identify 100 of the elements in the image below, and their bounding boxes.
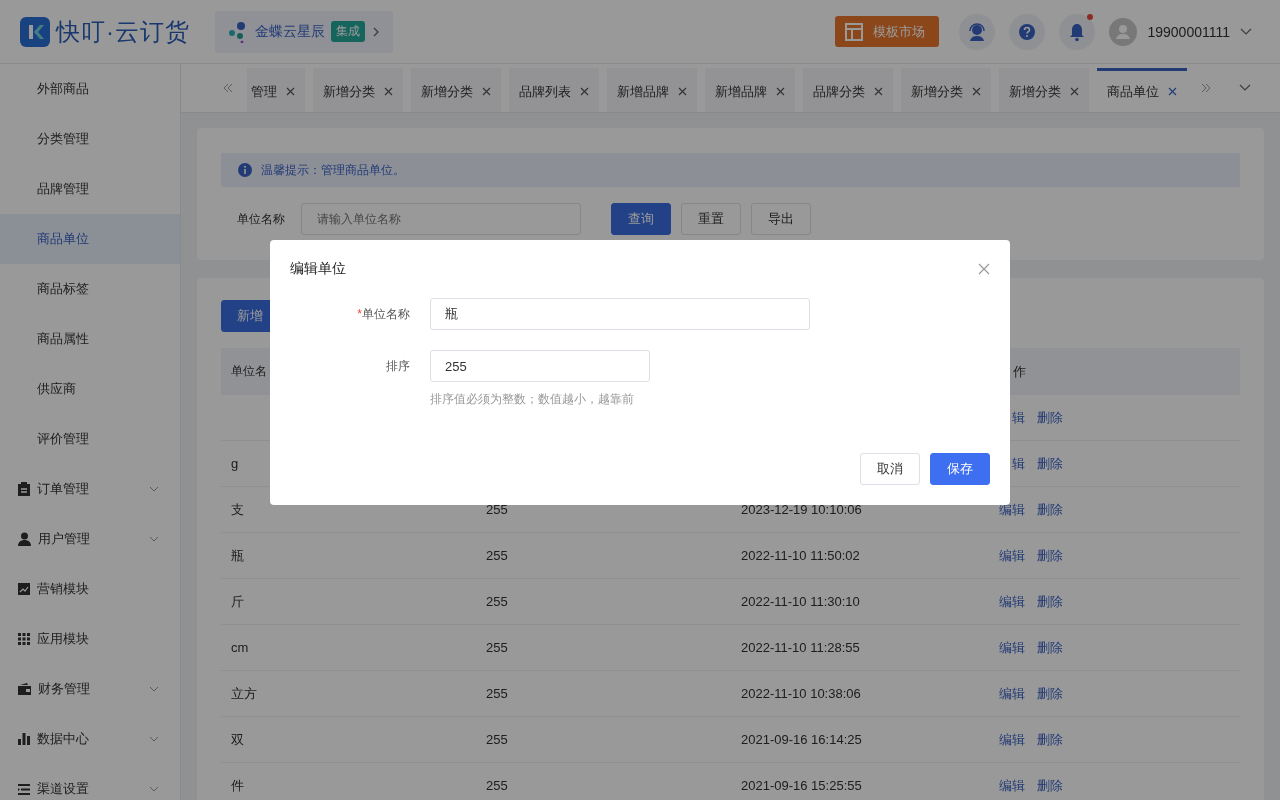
action-link[interactable]: 辑 <box>1012 454 1025 473</box>
list-icon <box>18 783 30 795</box>
action-link[interactable]: 辑 <box>1012 408 1025 427</box>
action-link[interactable]: 删除 <box>1037 546 1063 565</box>
input-field[interactable]: 瓶 <box>430 298 810 330</box>
table-cell: 2021-09-16 15:25:55 <box>741 778 862 793</box>
search-button[interactable]: 查询 <box>611 203 671 235</box>
close-icon[interactable] <box>384 87 393 96</box>
sidebar-item[interactable]: 商品单位 <box>0 214 180 264</box>
table-cell: 255 <box>486 686 508 701</box>
action-link[interactable]: 编辑 <box>999 500 1025 519</box>
chevron-right-icon <box>371 25 381 38</box>
table-cell: 255 <box>486 594 508 609</box>
action-link[interactable]: 删除 <box>1037 638 1063 657</box>
tab[interactable]: 新增分类 <box>313 68 403 112</box>
action-link[interactable]: 删除 <box>1037 454 1063 473</box>
tab[interactable]: 新增品牌 <box>705 68 795 112</box>
field-label: *单位名称 <box>356 306 411 323</box>
table-cell: g <box>231 456 239 471</box>
column-header: 作 <box>1012 362 1027 381</box>
sidebar-item[interactable]: 订单管理 <box>0 464 180 514</box>
notice-text: 温馨提示：管理商品单位。 <box>261 161 405 179</box>
close-icon[interactable] <box>874 87 883 96</box>
sidebar-item[interactable]: 外部商品 <box>0 64 180 114</box>
action-link[interactable]: 删除 <box>1037 500 1063 519</box>
sidebar-item[interactable]: 财务管理 <box>0 664 180 714</box>
table-cell: 支 <box>231 501 244 517</box>
search-button[interactable]: 导出 <box>751 203 811 235</box>
tab[interactable]: 新增分类 <box>901 68 991 112</box>
close-icon[interactable] <box>1070 87 1079 96</box>
sidebar-item[interactable]: 营销模块 <box>0 564 180 614</box>
sidebar-item[interactable]: 品牌管理 <box>0 164 180 214</box>
close-icon[interactable] <box>482 87 491 96</box>
cancel-button[interactable]: 取消 <box>860 453 920 485</box>
table-cell: 255 <box>486 732 508 747</box>
tab[interactable]: 管理 <box>247 68 305 112</box>
tab[interactable]: 品牌分类 <box>803 68 893 112</box>
user-icon <box>18 532 31 546</box>
info-icon <box>238 163 252 177</box>
search-button[interactable]: 重置 <box>681 203 741 235</box>
user-name[interactable]: 19900001111 <box>1147 23 1230 40</box>
chevron-down-icon <box>1240 27 1252 36</box>
close-icon[interactable] <box>286 87 295 96</box>
table-cell: 瓶 <box>231 547 244 563</box>
table-cell: 255 <box>486 548 508 563</box>
chevron-down-icon[interactable] <box>1239 84 1251 92</box>
action-link[interactable]: 删除 <box>1037 776 1063 795</box>
sidebar-item[interactable]: 应用模块 <box>0 614 180 664</box>
action-link[interactable]: 编辑 <box>999 546 1025 565</box>
action-link[interactable]: 编辑 <box>999 776 1025 795</box>
sidebar-item[interactable]: 数据中心 <box>0 714 180 764</box>
action-link[interactable]: 删除 <box>1037 592 1063 611</box>
chart-icon <box>18 583 30 595</box>
tab[interactable]: 新增分类 <box>999 68 1089 112</box>
help-button[interactable] <box>1009 13 1046 50</box>
action-link[interactable]: 删除 <box>1037 730 1063 749</box>
table-cell: 双 <box>231 731 244 747</box>
action-link[interactable]: 删除 <box>1037 684 1063 703</box>
table-cell: 2022-11-10 11:50:02 <box>741 548 860 563</box>
table-cell: 斤 <box>231 593 244 609</box>
logo-icon <box>20 16 50 47</box>
notification-button[interactable] <box>1059 13 1096 50</box>
tab[interactable]: 品牌列表 <box>509 68 599 112</box>
integration-link[interactable]: 金蝶云星辰 集成 <box>215 10 393 53</box>
tab[interactable]: 新增品牌 <box>607 68 697 112</box>
input-field[interactable]: 255 <box>430 350 650 382</box>
action-link[interactable]: 编辑 <box>999 592 1025 611</box>
close-icon[interactable] <box>1168 87 1177 96</box>
integration-badge: 集成 <box>331 21 365 42</box>
sidebar-item[interactable]: 商品属性 <box>0 314 180 364</box>
scroll-right-icon[interactable] <box>1200 83 1212 93</box>
save-button[interactable]: 保存 <box>930 453 990 485</box>
action-link[interactable]: 删除 <box>1037 408 1063 427</box>
table-cell: 件 <box>231 777 244 793</box>
action-link[interactable]: 编辑 <box>999 730 1025 749</box>
grid-icon <box>18 633 30 645</box>
search-field[interactable]: 请输入单位名称 <box>301 203 581 235</box>
clipboard-icon <box>18 482 30 496</box>
sidebar-item[interactable]: 商品标签 <box>0 264 180 314</box>
close-icon[interactable] <box>972 87 981 96</box>
sidebar-item[interactable]: 用户管理 <box>0 514 180 564</box>
sidebar-item[interactable]: 分类管理 <box>0 114 180 164</box>
action-link[interactable]: 编辑 <box>999 684 1025 703</box>
tab[interactable]: 新增分类 <box>411 68 501 112</box>
table-cell: 2022-11-10 11:28:55 <box>741 640 860 655</box>
sidebar-item[interactable]: 评价管理 <box>0 414 180 464</box>
table-cell: 255 <box>486 502 508 517</box>
field-label: 排序 <box>385 358 411 375</box>
close-icon[interactable] <box>580 87 589 96</box>
integration-name: 金蝶云星辰 <box>255 22 325 41</box>
avatar-icon <box>1109 17 1138 46</box>
close-icon[interactable] <box>678 87 687 96</box>
action-link[interactable]: 编辑 <box>999 638 1025 657</box>
scroll-left-icon[interactable] <box>222 83 234 93</box>
help-icon <box>1017 21 1038 42</box>
table-cell: 2022-11-10 11:30:10 <box>741 594 860 609</box>
sidebar-item[interactable]: 渠道设置 <box>0 764 180 800</box>
close-icon[interactable] <box>978 263 990 275</box>
sidebar-item[interactable]: 供应商 <box>0 364 180 414</box>
close-icon[interactable] <box>776 87 785 96</box>
